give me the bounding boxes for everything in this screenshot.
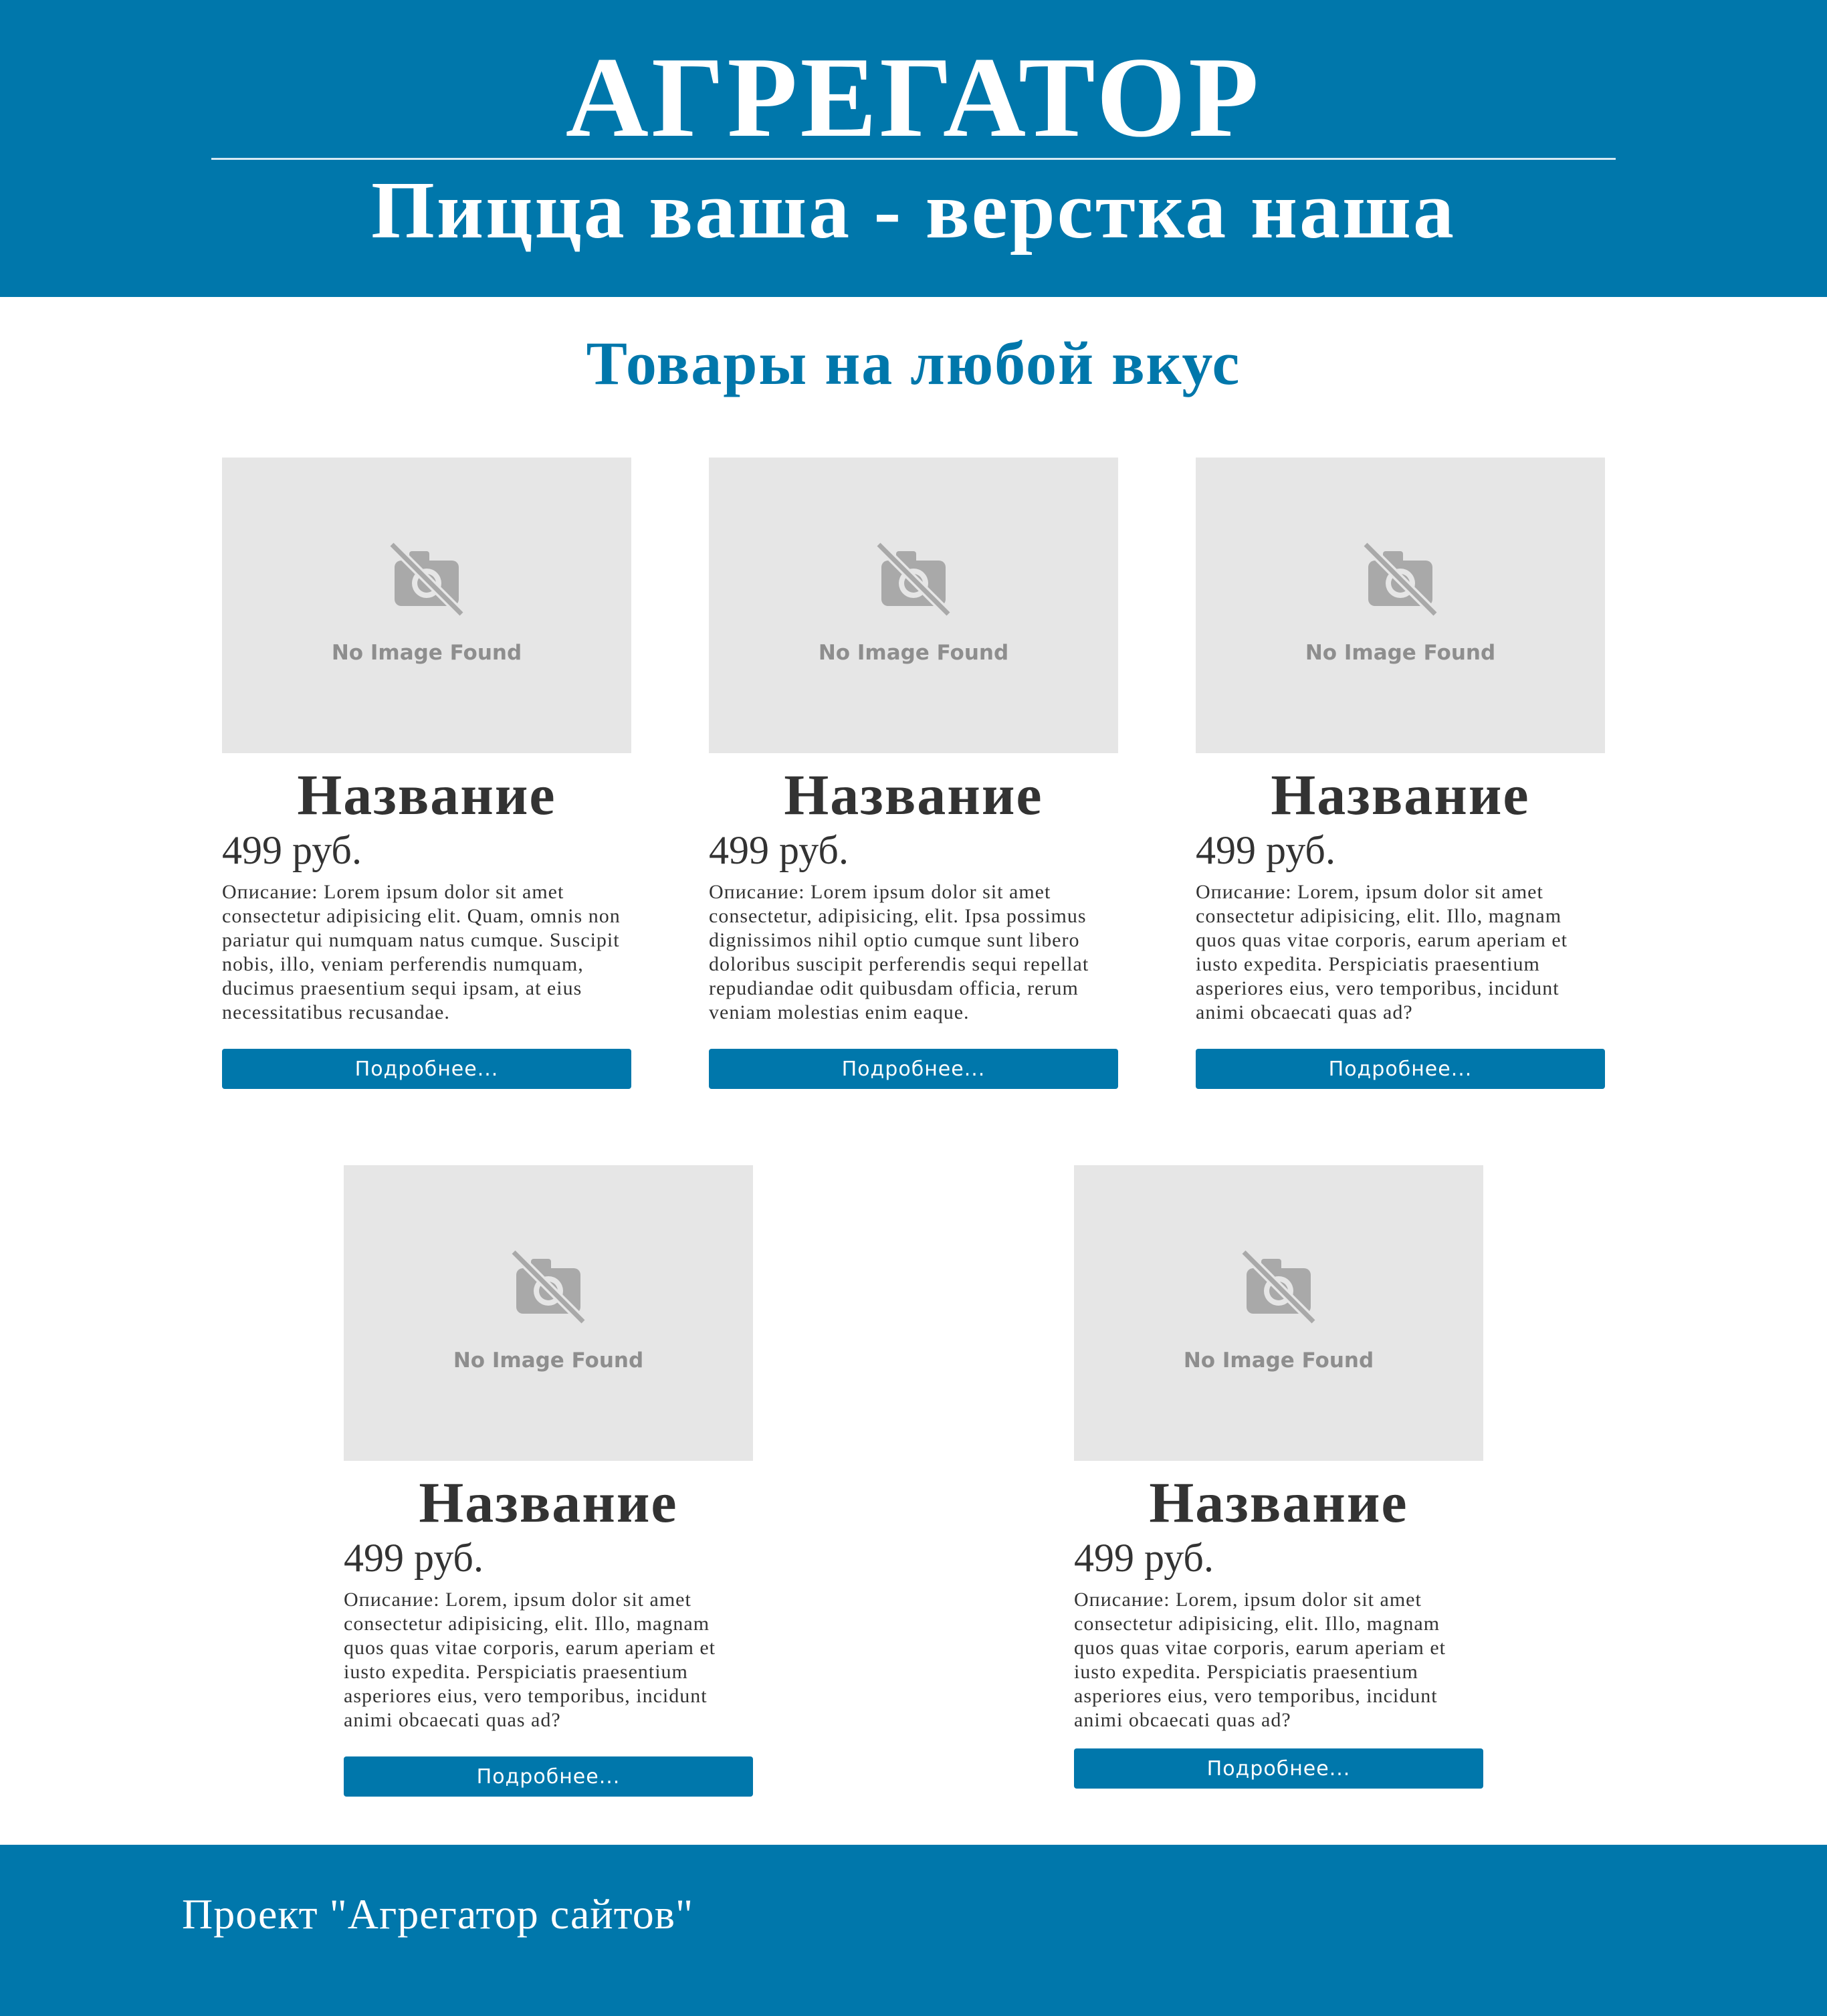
product-card: No Image Found Название 499 руб. Описани… [1196, 458, 1605, 1089]
product-title: Название [784, 763, 1043, 827]
product-title: Название [419, 1470, 678, 1534]
no-image-label: No Image Found [453, 1348, 644, 1373]
site-footer: Проект "Агрегатор сайтов" [0, 1845, 1827, 2016]
camera-off-icon [1241, 1249, 1316, 1324]
product-card: No Image Found Название 499 руб. Описани… [222, 458, 631, 1089]
camera-off-icon [511, 1249, 586, 1324]
details-button[interactable]: Подробнее... [1196, 1049, 1605, 1089]
product-description: Описание: Lorem ipsum dolor sit amet con… [222, 881, 621, 1023]
product-price: 499 руб. [1074, 1536, 1214, 1580]
products-heading: Товары на любой вкус [586, 329, 1241, 397]
details-button[interactable]: Подробнее... [1074, 1748, 1483, 1789]
product-price: 499 руб. [344, 1536, 483, 1580]
product-price: 499 руб. [709, 828, 849, 872]
product-description: Описание: Lorem, ipsum dolor sit amet co… [344, 1589, 716, 1731]
details-button[interactable]: Подробнее... [344, 1756, 753, 1797]
details-button[interactable]: Подробнее... [709, 1049, 1118, 1089]
details-button[interactable]: Подробнее... [222, 1049, 631, 1089]
product-card: No Image Found Название 499 руб. Описани… [344, 1165, 753, 1797]
camera-off-icon [1363, 542, 1438, 617]
product-title: Название [1149, 1470, 1408, 1534]
product-price: 499 руб. [222, 828, 362, 872]
product-description: Описание: Lorem, ipsum dolor sit amet co… [1196, 881, 1568, 1023]
product-description: Описание: Lorem ipsum dolor sit amet con… [709, 881, 1089, 1023]
product-image-placeholder: No Image Found [709, 458, 1118, 753]
site-subtitle: Пицца ваша - верстка наша [371, 165, 1456, 256]
camera-off-icon [876, 542, 951, 617]
product-image-placeholder: No Image Found [222, 458, 631, 753]
product-card: No Image Found Название 499 руб. Описани… [1074, 1165, 1483, 1789]
no-image-label: No Image Found [818, 641, 1009, 665]
product-image-placeholder: No Image Found [344, 1165, 753, 1461]
site-header: АГРЕГАТОР Пицца ваша - верстка наша [0, 0, 1827, 297]
product-price: 499 руб. [1196, 828, 1335, 872]
product-title: Название [297, 763, 556, 827]
footer-text: Проект "Агрегатор сайтов" [182, 1890, 694, 1938]
product-image-placeholder: No Image Found [1074, 1165, 1483, 1461]
header-divider [211, 158, 1616, 160]
product-image-placeholder: No Image Found [1196, 458, 1605, 753]
product-description: Описание: Lorem, ipsum dolor sit amet co… [1074, 1589, 1446, 1731]
product-card: No Image Found Название 499 руб. Описани… [709, 458, 1118, 1089]
no-image-label: No Image Found [1305, 641, 1496, 665]
camera-off-icon [389, 542, 464, 617]
no-image-label: No Image Found [331, 641, 522, 665]
no-image-label: No Image Found [1183, 1348, 1374, 1373]
site-title: АГРЕГАТОР [565, 34, 1262, 161]
product-title: Название [1271, 763, 1530, 827]
